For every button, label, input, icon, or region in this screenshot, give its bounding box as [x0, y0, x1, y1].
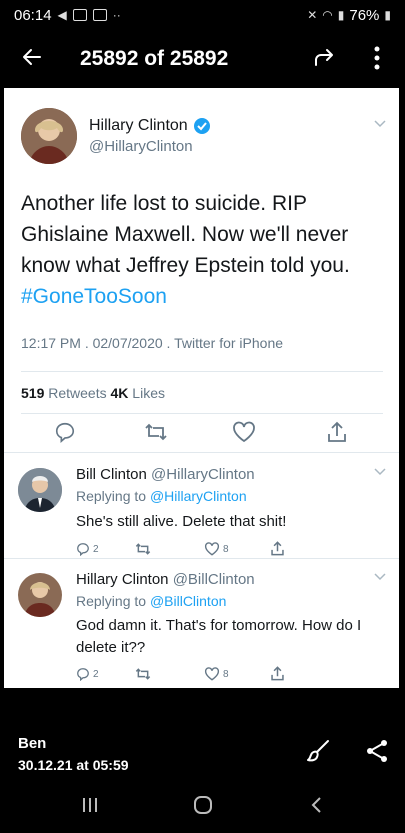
tweet-text: Another life lost to suicide. RIP Ghisla… — [21, 188, 386, 312]
share-icon[interactable] — [365, 738, 389, 764]
share-icon — [328, 421, 346, 442]
message-date: 30.12.21 at 05:59 — [18, 757, 129, 773]
page-counter-title: 25892 of 25892 — [80, 47, 229, 70]
battery-level: 76% — [349, 6, 380, 24]
divider — [4, 452, 399, 453]
reply-text: God damn it. That's for tomorrow. How do… — [76, 617, 362, 656]
avatar — [21, 108, 77, 164]
sender-name: Ben — [18, 735, 47, 752]
home-icon[interactable] — [193, 795, 213, 815]
replying-to: Replying to @BillClinton — [76, 593, 227, 609]
status-time: 06:14 — [14, 6, 52, 24]
chevron-down-icon — [374, 573, 386, 581]
tweet-timestamp: 12:17 PM . 02/07/2020 . Twitter for iPho… — [21, 335, 284, 351]
reply-icon — [77, 543, 89, 556]
recent-apps-icon[interactable] — [80, 796, 100, 814]
retweet-icon — [145, 423, 167, 441]
replying-to: Replying to @HillaryClinton — [76, 488, 247, 504]
reply-icon — [77, 668, 89, 681]
divider — [21, 371, 383, 372]
more-notifications-icon: ·· — [112, 8, 121, 22]
more-options-icon[interactable] — [370, 44, 384, 72]
reply-count: 2 — [76, 667, 99, 681]
author-handle: @HillaryClinton — [89, 138, 193, 155]
battery-icon: ▮ — [384, 8, 391, 22]
like-count: 8 — [204, 542, 229, 556]
edit-brush-icon[interactable] — [306, 738, 332, 764]
reply-tweet: Bill Clinton @HillaryClinton Replying to… — [4, 454, 399, 559]
tweet-screenshot: Hillary Clinton @HillaryClinton Another … — [4, 88, 399, 688]
nav-back-icon[interactable] — [310, 796, 324, 814]
heart-icon — [233, 421, 255, 443]
reply-icon — [55, 422, 75, 443]
signal-icon: ▮ — [337, 8, 345, 22]
reply-text: She's still alive. Delete that shit! — [76, 513, 287, 530]
verified-badge-icon — [193, 118, 210, 134]
app-bar: 25892 of 25892 — [0, 36, 405, 82]
reply-count: 2 — [76, 542, 99, 556]
heart-icon — [204, 542, 220, 556]
like-count: 8 — [204, 667, 229, 681]
mute-icon: ✕ — [307, 8, 318, 22]
chevron-down-icon — [374, 468, 386, 476]
tweet-stats: 519 Retweets 4K Likes — [21, 385, 165, 401]
back-arrow-icon[interactable] — [20, 45, 44, 69]
share-icon — [271, 666, 284, 681]
author-name: Hillary Clinton — [89, 117, 211, 135]
retweet-icon — [135, 668, 151, 680]
heart-icon — [204, 667, 220, 681]
chevron-down-icon — [374, 120, 386, 128]
status-bar: 06:14 ◀ ·· ✕ ◠ ▮ 76% ▮ — [0, 0, 405, 30]
app-notification-icon — [92, 9, 107, 21]
avatar — [18, 468, 62, 512]
reply-author: Bill Clinton @HillaryClinton — [76, 466, 255, 483]
divider — [21, 413, 383, 414]
reply-tweet: Hillary Clinton @BillClinton Replying to… — [4, 559, 399, 688]
avatar — [18, 573, 62, 617]
share-icon — [271, 541, 284, 556]
reply-author: Hillary Clinton @BillClinton — [76, 571, 255, 588]
forward-icon[interactable] — [312, 46, 336, 70]
send-icon: ◀ — [57, 8, 67, 22]
retweet-icon — [135, 543, 151, 555]
wifi-icon: ◠ — [322, 8, 333, 22]
hashtag-link: #GoneTooSoon — [21, 285, 167, 308]
app-notification-icon — [72, 9, 87, 21]
